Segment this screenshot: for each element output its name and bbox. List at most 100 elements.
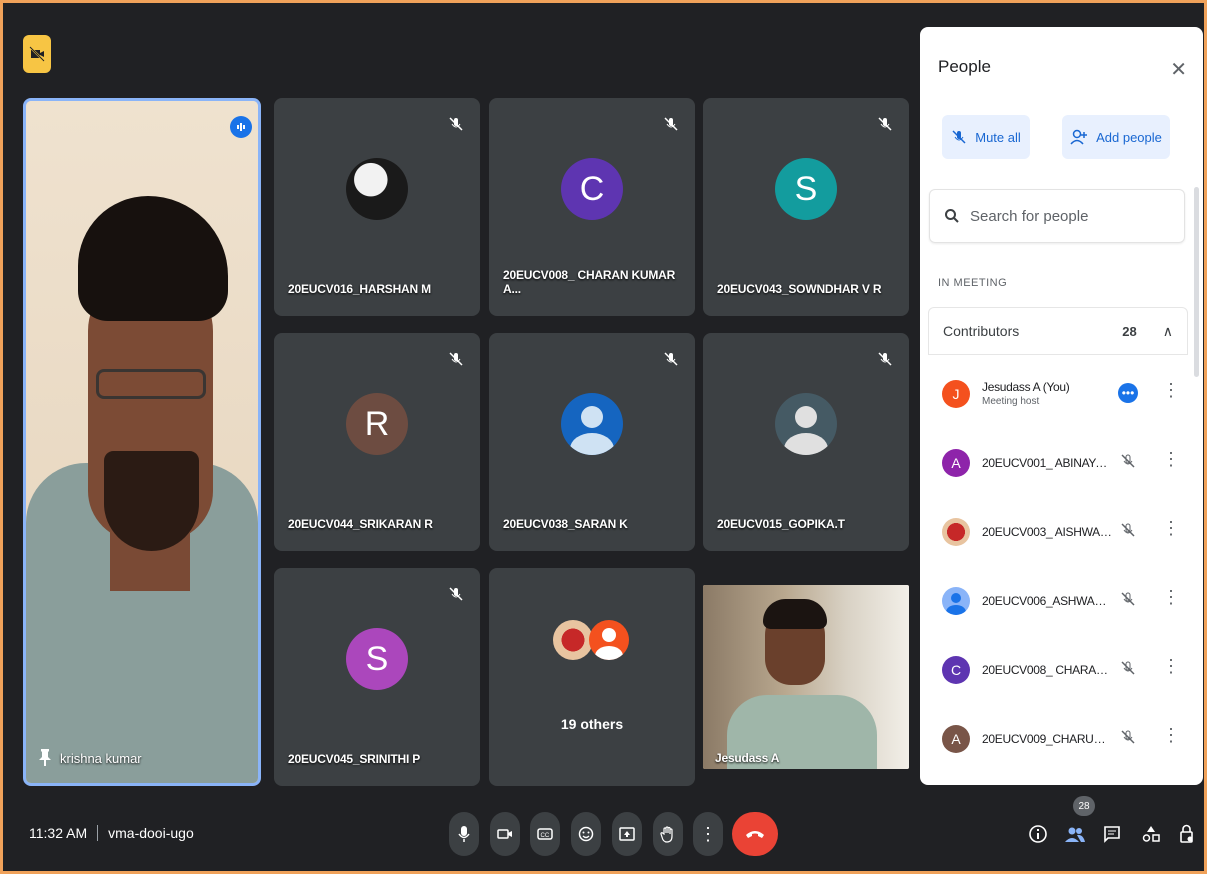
others-tile[interactable]: 19 others: [489, 568, 695, 786]
participant-photo-avatar: [942, 517, 970, 546]
search-icon: [945, 209, 959, 223]
add-people-button[interactable]: Add people: [1062, 115, 1170, 159]
contributors-header[interactable]: Contributors 28 ∧: [928, 307, 1188, 355]
mic-off-icon: [878, 117, 892, 131]
more-actions-icon[interactable]: •••: [1118, 383, 1138, 403]
kebab-menu-icon[interactable]: ⋮: [1162, 726, 1180, 744]
participant-name: 20EUCV038_SARAN K: [503, 517, 628, 531]
participant-avatar: S: [775, 158, 837, 220]
contributors-label: Contributors: [943, 323, 1020, 339]
participant-avatar: S: [346, 628, 408, 690]
participant-tile[interactable]: R 20EUCV044_SRIKARAN R: [274, 333, 480, 551]
participant-name: Jesudass A (You): [982, 380, 1070, 394]
participant-role: Meeting host: [982, 396, 1040, 407]
participant-name: 20EUCV044_SRIKARAN R: [288, 517, 433, 531]
self-video-tile[interactable]: Jesudass A: [703, 585, 909, 769]
video-glasses: [96, 369, 206, 399]
mute-all-button[interactable]: Mute all: [942, 115, 1030, 159]
meeting-details: 11:32 AM vma-dooi-ugo: [29, 825, 194, 841]
participant-tile[interactable]: 20EUCV016_HARSHAN M: [274, 98, 480, 316]
mic-off-icon: [1121, 454, 1135, 468]
people-panel: People ✕ Mute all Add people IN MEETING …: [920, 27, 1203, 785]
speaking-icon: [230, 116, 252, 138]
kebab-menu-icon[interactable]: ⋮: [1162, 381, 1180, 399]
clock-time: 11:32 AM: [29, 825, 88, 841]
camera-off-indicator-icon[interactable]: [23, 35, 51, 73]
mic-off-icon: [449, 587, 463, 601]
mic-off-icon: [952, 130, 966, 144]
people-count-badge: 28: [1073, 796, 1095, 816]
mic-off-icon: [878, 352, 892, 366]
mic-off-icon: [1121, 730, 1135, 744]
list-item[interactable]: A 20EUCV001_ ABINAYA R ⋮: [928, 428, 1188, 497]
scrollbar[interactable]: [1194, 187, 1199, 377]
kebab-menu-icon[interactable]: ⋮: [1162, 450, 1180, 468]
participant-name: 20EUCV009_CHARUTH...: [982, 731, 1112, 746]
chat-icon[interactable]: [1101, 823, 1123, 845]
close-icon[interactable]: ✕: [1170, 57, 1187, 82]
participant-name: 20EUCV008_ CHARAN ...: [982, 662, 1112, 677]
mic-off-icon: [664, 352, 678, 366]
video-beard: [104, 451, 199, 551]
emoji-icon[interactable]: [571, 812, 601, 856]
list-item[interactable]: J Jesudass A (You) Meeting host ••• ⋮: [928, 359, 1188, 428]
panel-title: People: [938, 57, 991, 76]
end-call-button[interactable]: [732, 812, 778, 856]
people-icon[interactable]: [1064, 823, 1086, 845]
more-options-icon[interactable]: ⋮: [693, 812, 723, 856]
mic-icon[interactable]: [449, 812, 479, 856]
mic-off-icon: [449, 352, 463, 366]
mic-off-icon: [664, 117, 678, 131]
participant-name: Jesudass A: [715, 751, 780, 765]
participant-tile[interactable]: C 20EUCV008_ CHARAN KUMAR A...: [489, 98, 695, 316]
activities-icon[interactable]: [1140, 823, 1162, 845]
svg-text:CC: CC: [541, 833, 550, 839]
present-icon[interactable]: [612, 812, 642, 856]
mic-off-icon: [449, 117, 463, 131]
host-controls-icon[interactable]: [1176, 823, 1198, 845]
default-user-avatar-icon: [561, 393, 623, 455]
default-user-avatar-icon: [775, 393, 837, 455]
participant-name: 20EUCV001_ ABINAYA R: [982, 455, 1112, 470]
video-hair: [763, 599, 827, 629]
mic-off-icon: [1121, 523, 1135, 537]
participant-avatar: J: [942, 379, 970, 408]
participant-name: 20EUCV016_HARSHAN M: [288, 282, 431, 296]
mic-off-icon: [1121, 592, 1135, 606]
participant-tile[interactable]: S 20EUCV045_SRINITHI P: [274, 568, 480, 786]
pinned-participant-tile[interactable]: krishna kumar: [23, 98, 261, 786]
kebab-menu-icon[interactable]: ⋮: [1162, 657, 1180, 675]
info-icon[interactable]: [1027, 823, 1049, 845]
list-item[interactable]: C 20EUCV008_ CHARAN ... ⋮: [928, 635, 1188, 704]
captions-icon[interactable]: CC: [530, 812, 560, 856]
others-avatar-user-icon: [589, 620, 629, 660]
participant-avatar: R: [346, 393, 408, 455]
camera-icon[interactable]: [490, 812, 520, 856]
participant-name: 20EUCV008_ CHARAN KUMAR A...: [503, 268, 676, 296]
others-avatar-photo: [553, 620, 593, 660]
add-person-icon: [1070, 129, 1088, 145]
participant-tile[interactable]: 20EUCV038_SARAN K: [489, 333, 695, 551]
divider: [97, 825, 99, 841]
kebab-menu-icon[interactable]: ⋮: [1162, 588, 1180, 606]
participant-tile[interactable]: S 20EUCV043_SOWNDHAR V R: [703, 98, 909, 316]
push-pin-icon[interactable]: [38, 748, 52, 769]
participant-avatar: C: [942, 655, 970, 684]
participant-name: 20EUCV043_SOWNDHAR V R: [717, 282, 882, 296]
participant-name: 20EUCV006_ASHWANT...: [982, 593, 1112, 608]
participant-tile[interactable]: 20EUCV015_GOPIKA.T: [703, 333, 909, 551]
search-input[interactable]: [970, 207, 1160, 225]
list-item[interactable]: A 20EUCV009_CHARUTH... ⋮: [928, 704, 1188, 773]
search-field[interactable]: [929, 189, 1185, 243]
participant-list: J Jesudass A (You) Meeting host ••• ⋮ A …: [928, 359, 1188, 773]
meeting-code: vma-dooi-ugo: [108, 825, 194, 841]
add-people-label: Add people: [1096, 129, 1162, 145]
kebab-menu-icon[interactable]: ⋮: [1162, 519, 1180, 537]
raise-hand-icon[interactable]: [653, 812, 683, 856]
list-item[interactable]: 20EUCV003_ AISHWAR... ⋮: [928, 497, 1188, 566]
chevron-up-icon[interactable]: ∧: [1163, 323, 1173, 340]
participant-name: 20EUCV003_ AISHWAR...: [982, 524, 1112, 539]
list-item[interactable]: 20EUCV006_ASHWANT... ⋮: [928, 566, 1188, 635]
participant-photo-avatar: [346, 158, 408, 220]
mute-all-label: Mute all: [975, 129, 1021, 145]
